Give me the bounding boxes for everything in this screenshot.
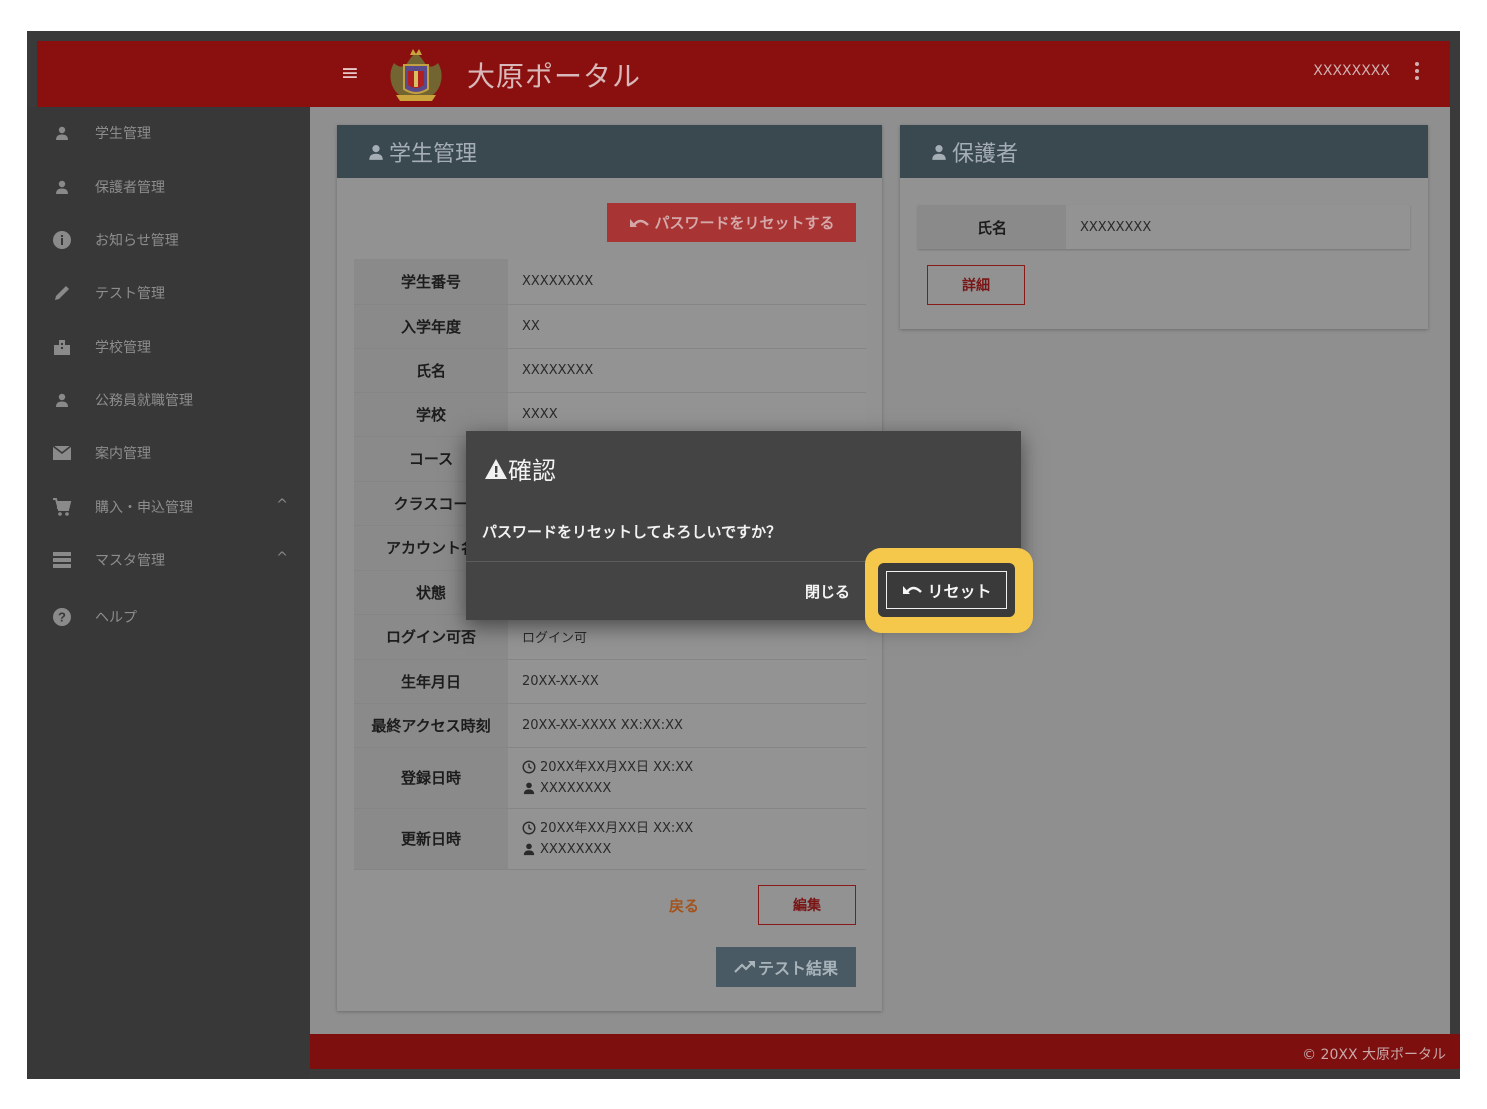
help-icon: ?: [51, 606, 73, 628]
clock-icon: [522, 821, 536, 835]
clock-icon: [522, 760, 536, 774]
back-link[interactable]: 戻る: [669, 895, 699, 916]
sidebar-item-label: テスト管理: [95, 286, 165, 302]
table-row: 登録日時 20XX年XX月XX日 XX:XX XXXXXXXX: [354, 747, 866, 809]
chevron-up-icon[interactable]: ^: [276, 550, 288, 566]
student-card-header: 学生管理: [337, 125, 882, 178]
person-icon: [369, 144, 383, 160]
table-row: 生年月日 20XX-XX-XX: [354, 659, 866, 704]
created-time: 20XX年XX月XX日 XX:XX: [540, 759, 694, 775]
sidebar-item-tests[interactable]: テスト管理: [27, 273, 310, 313]
chevron-up-icon[interactable]: ^: [276, 497, 288, 513]
sidebar-item-label: 案内管理: [95, 446, 151, 462]
app-window: ≡ 大原ポータル XXXXXXXX 学生管理 保護者管理 お知らせ管理 テスト管…: [27, 31, 1460, 1079]
sidebar-item-notices[interactable]: お知らせ管理: [27, 220, 310, 260]
updated-time: 20XX年XX月XX日 XX:XX: [540, 820, 694, 836]
updated-user: XXXXXXXX: [540, 841, 612, 857]
app-title: 大原ポータル: [467, 60, 642, 93]
sidebar-item-master[interactable]: マスタ管理 ^: [27, 540, 310, 580]
person-icon: [523, 843, 535, 856]
edit-button[interactable]: 編集: [758, 885, 856, 925]
crest-logo: [386, 45, 446, 103]
svg-text:?: ?: [58, 610, 66, 625]
sidebar-item-label: ヘルプ: [95, 610, 137, 626]
footer: © 20XX 大原ポータル: [310, 1034, 1460, 1069]
list-icon: [51, 549, 73, 571]
test-results-button[interactable]: テスト結果: [716, 947, 856, 987]
warning-icon: [485, 458, 507, 479]
sidebar-item-civil-service[interactable]: 公務員就職管理: [27, 380, 310, 420]
table-row: 氏名 XXXXXXXX: [354, 348, 866, 393]
sidebar-item-purchases[interactable]: 購入・申込管理 ^: [27, 487, 310, 527]
sidebar-item-label: 学生管理: [95, 126, 151, 142]
table-row: 氏名 XXXXXXXX: [918, 205, 1410, 249]
person-icon: [51, 389, 73, 411]
person-icon: [51, 122, 73, 144]
sidebar-item-schools[interactable]: 学校管理: [27, 327, 310, 367]
guardian-card-header: 保護者: [900, 125, 1428, 178]
user-name[interactable]: XXXXXXXX: [1313, 63, 1390, 79]
sidebar-item-label: 購入・申込管理: [95, 500, 193, 516]
table-row: 学生番号 XXXXXXXX: [354, 259, 866, 305]
sidebar-item-students[interactable]: 学生管理: [27, 113, 310, 153]
table-row: 最終アクセス時刻 20XX-XX-XXXX XX:XX:XX: [354, 703, 866, 748]
dialog-message: パスワードをリセットしてよろしいですか？: [482, 523, 782, 541]
undo-icon: [630, 218, 650, 227]
table-row: ログイン可否 ログイン可: [354, 614, 866, 660]
building-icon: [51, 336, 73, 358]
undo-icon: [903, 586, 923, 594]
more-vert-icon[interactable]: [1410, 59, 1424, 87]
sidebar-item-label: 学校管理: [95, 340, 151, 356]
sidebar-item-label: マスタ管理: [95, 553, 165, 569]
created-user: XXXXXXXX: [540, 780, 612, 796]
guardian-card: 保護者 氏名 XXXXXXXX 詳細: [900, 125, 1428, 329]
reset-button[interactable]: リセット: [878, 563, 1015, 617]
detail-button[interactable]: 詳細: [927, 265, 1025, 305]
sidebar-item-help[interactable]: ? ヘルプ: [27, 597, 310, 637]
sidebar-item-guardians[interactable]: 保護者管理: [27, 167, 310, 207]
pencil-icon: [51, 282, 73, 304]
sidebar-item-label: 保護者管理: [95, 180, 165, 196]
mail-icon: [51, 442, 73, 464]
person-icon: [932, 144, 946, 160]
card-title: 保護者: [952, 141, 1019, 167]
table-row: 学校 XXXX: [354, 392, 866, 437]
top-app-bar: ≡ 大原ポータル XXXXXXXX: [37, 41, 1450, 107]
dialog-title: 確認: [484, 451, 556, 486]
cart-icon: [51, 496, 73, 518]
menu-icon[interactable]: ≡: [337, 61, 363, 87]
card-title: 学生管理: [389, 141, 478, 167]
sidebar: 学生管理 保護者管理 お知らせ管理 テスト管理 学校管理 公務員就職管理 案内管…: [27, 107, 310, 1079]
person-icon: [523, 782, 535, 795]
table-row: 入学年度 XX: [354, 304, 866, 349]
person-icon: [51, 176, 73, 198]
trending-up-icon: [734, 961, 755, 973]
info-icon: [51, 229, 73, 251]
copyright: © 20XX 大原ポータル: [1302, 1047, 1446, 1063]
close-button[interactable]: 閉じる: [805, 581, 850, 602]
sidebar-item-guides[interactable]: 案内管理: [27, 433, 310, 473]
table-row: 更新日時 20XX年XX月XX日 XX:XX XXXXXXXX: [354, 808, 866, 870]
guardian-info-table: 氏名 XXXXXXXX: [918, 205, 1410, 249]
reset-password-button[interactable]: パスワードをリセットする: [607, 203, 856, 242]
sidebar-item-label: 公務員就職管理: [95, 393, 193, 409]
sidebar-item-label: お知らせ管理: [95, 233, 179, 249]
